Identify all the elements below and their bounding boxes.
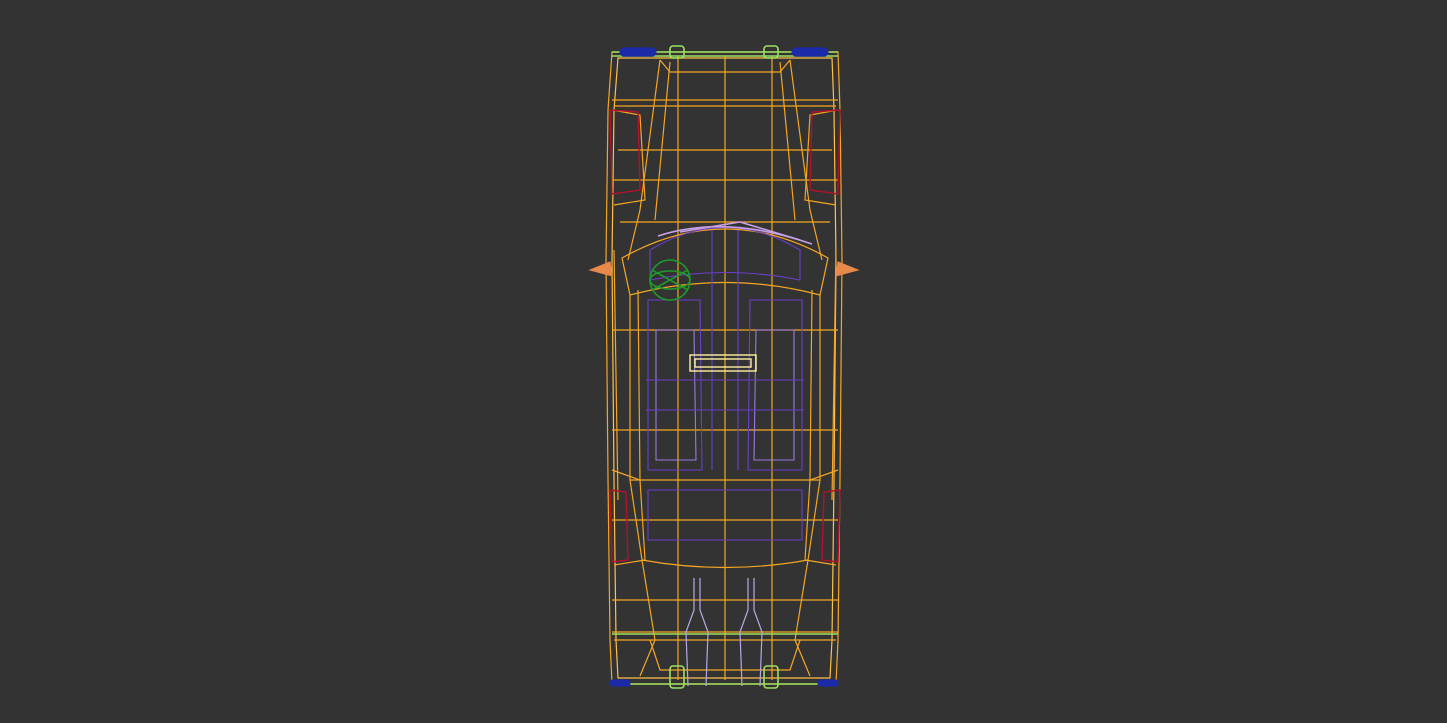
seat-right-inner <box>753 329 795 461</box>
car-body-wireframe <box>605 51 843 685</box>
door-seam-left <box>613 249 619 501</box>
rear-deck-right <box>794 559 811 677</box>
hood-crease-left <box>654 61 671 221</box>
wireframe-car-model[interactable] <box>0 0 1447 723</box>
hood-line-left <box>627 59 661 261</box>
hood-line-right <box>789 59 823 261</box>
mirror-right <box>835 261 860 277</box>
mirror-left <box>588 261 613 277</box>
wheel-fl-cap <box>619 47 657 57</box>
wheel-rl-cap <box>609 679 631 687</box>
headlight-left <box>609 109 641 195</box>
roof-rail-left <box>629 289 641 481</box>
badge-outer <box>689 354 757 372</box>
roof-rail-right <box>809 289 821 481</box>
wheel-arch-fr <box>804 109 839 206</box>
center-badge <box>689 354 757 372</box>
wheel-rr-cap <box>817 679 839 687</box>
taillight-right <box>821 489 841 563</box>
taillight-left <box>609 489 629 563</box>
orbit-gizmo-icon[interactable] <box>649 259 691 301</box>
hood-crease-right <box>779 61 796 221</box>
wheel-arch-fl <box>611 109 646 206</box>
seat-left-inner <box>655 329 697 461</box>
rear-deck-left <box>639 559 656 677</box>
3d-viewport[interactable] <box>0 0 1447 723</box>
badge-inner <box>694 358 752 368</box>
side-mirrors <box>588 261 860 277</box>
wheel-fr-cap <box>791 47 829 57</box>
